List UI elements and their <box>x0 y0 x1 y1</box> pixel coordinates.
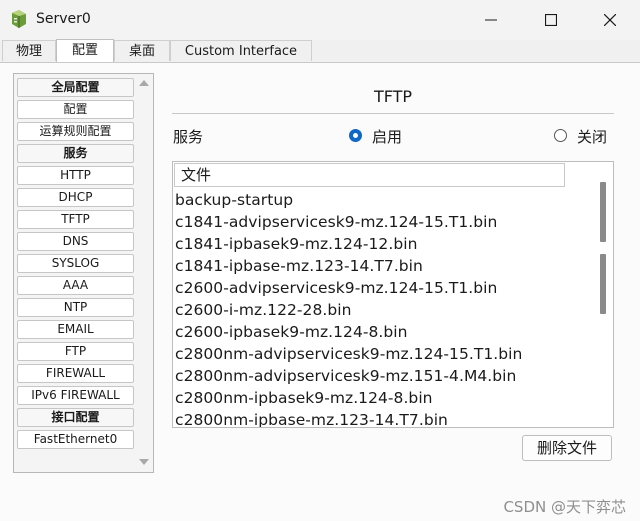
file-row[interactable]: c1841-ipbase-mz.123-14.T7.bin <box>175 257 423 275</box>
title-divider <box>172 113 614 114</box>
sidebar-item-http[interactable]: HTTP <box>17 166 134 185</box>
title-bar: Server0 <box>0 0 640 40</box>
file-row[interactable]: c2600-ipbasek9-mz.124-8.bin <box>175 323 408 341</box>
file-row[interactable]: c2800nm-advipservicesk9-mz.124-15.T1.bin <box>175 345 522 363</box>
minimize-button[interactable] <box>468 0 514 40</box>
service-on-radio[interactable] <box>349 129 362 142</box>
sidebar-item-aaa[interactable]: AAA <box>17 276 134 295</box>
sidebar-item-ftp[interactable]: FTP <box>17 342 134 361</box>
service-on-label[interactable]: 启用 <box>372 126 402 147</box>
minimize-icon <box>485 19 497 21</box>
file-column-header[interactable]: 文件 <box>174 163 565 187</box>
content-area: 全局配置 配置 运算规则配置 服务 HTTP DHCP TFTP DNS SYS… <box>0 63 640 521</box>
close-button[interactable] <box>587 0 633 40</box>
file-list-scrollbar-thumb[interactable] <box>600 182 606 242</box>
delete-file-button[interactable]: 删除文件 <box>522 435 612 461</box>
sidebar-header-interfaces[interactable]: 接口配置 <box>17 408 134 427</box>
sidebar-item-tftp[interactable]: TFTP <box>17 210 134 229</box>
tab-physical[interactable]: 物理 <box>2 40 56 61</box>
sidebar-header-services[interactable]: 服务 <box>17 144 134 163</box>
sidebar-scrollbar[interactable] <box>135 74 153 472</box>
scroll-down-icon[interactable] <box>139 459 149 465</box>
service-off-label[interactable]: 关闭 <box>577 126 607 147</box>
server-app-icon <box>9 9 29 29</box>
file-list[interactable]: 文件 backup-startup c1841-advipservicesk9-… <box>172 161 614 428</box>
sidebar-item-ntp[interactable]: NTP <box>17 298 134 317</box>
close-icon <box>604 14 616 26</box>
page-title: TFTP <box>373 87 413 106</box>
sidebar-item-settings[interactable]: 配置 <box>17 100 134 119</box>
tab-desktop[interactable]: 桌面 <box>114 40 170 61</box>
sidebar-item-email[interactable]: EMAIL <box>17 320 134 339</box>
sidebar-item-syslog[interactable]: SYSLOG <box>17 254 134 273</box>
window-title: Server0 <box>36 11 91 27</box>
file-row[interactable]: c2600-i-mz.122-28.bin <box>175 301 351 319</box>
maximize-icon <box>545 14 557 26</box>
file-row[interactable]: c1841-advipservicesk9-mz.124-15.T1.bin <box>175 213 497 231</box>
sidebar-item-firewall[interactable]: FIREWALL <box>17 364 134 383</box>
sidebar-header-global[interactable]: 全局配置 <box>17 78 134 97</box>
sidebar-item-dns[interactable]: DNS <box>17 232 134 251</box>
tab-custom-interface[interactable]: Custom Interface <box>170 40 312 61</box>
service-label: 服务 <box>173 128 204 146</box>
sidebar-item-fastethernet0[interactable]: FastEthernet0 <box>17 430 134 449</box>
tab-config[interactable]: 配置 <box>56 39 114 62</box>
watermark: CSDN @天下弈芯 <box>503 498 626 516</box>
sidebar-item-ipv6-firewall[interactable]: IPv6 FIREWALL <box>17 386 134 405</box>
file-row[interactable]: backup-startup <box>175 191 293 209</box>
file-row[interactable]: c2800nm-ipbasek9-mz.124-8.bin <box>175 389 433 407</box>
file-row[interactable]: c2600-advipservicesk9-mz.124-15.T1.bin <box>175 279 497 297</box>
sidebar-item-dhcp[interactable]: DHCP <box>17 188 134 207</box>
config-sidebar: 全局配置 配置 运算规则配置 服务 HTTP DHCP TFTP DNS SYS… <box>13 73 154 473</box>
file-list-scrollbar-thumb-secondary[interactable] <box>600 254 606 314</box>
maximize-button[interactable] <box>528 0 574 40</box>
scroll-up-icon[interactable] <box>139 80 149 86</box>
file-row[interactable]: c2800nm-ipbase-mz.123-14.T7.bin <box>175 411 448 427</box>
file-row[interactable]: c2800nm-advipservicesk9-mz.151-4.M4.bin <box>175 367 516 385</box>
service-off-radio[interactable] <box>554 129 567 142</box>
tab-bar: 物理 配置 桌面 Custom Interface <box>0 39 640 63</box>
sidebar-item-algorithm[interactable]: 运算规则配置 <box>17 122 134 141</box>
file-row[interactable]: c1841-ipbasek9-mz.124-12.bin <box>175 235 417 253</box>
